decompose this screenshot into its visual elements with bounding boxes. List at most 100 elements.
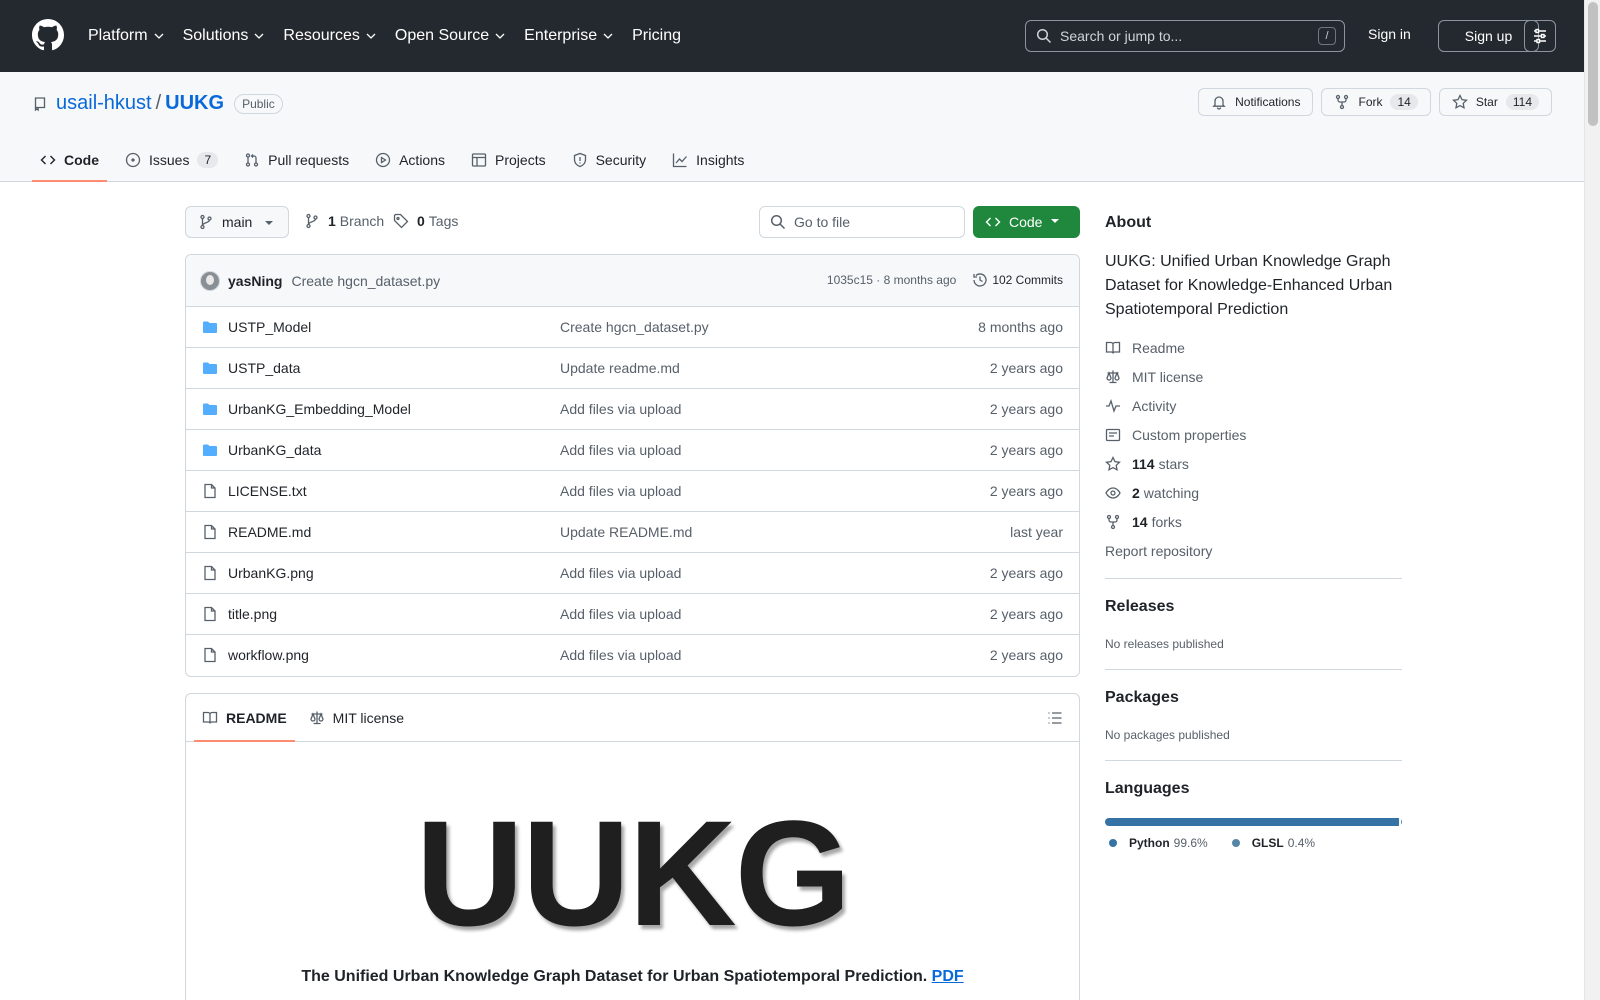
pdf-link[interactable]: PDF	[932, 968, 964, 985]
branches-link[interactable]: 1 Branch	[304, 213, 384, 229]
file-commit-message-link[interactable]: Create hgcn_dataset.py	[560, 319, 709, 335]
tab-actions[interactable]: Actions	[367, 138, 453, 182]
tab-issues[interactable]: Issues 7	[117, 138, 226, 182]
github-logo-icon[interactable]	[32, 19, 64, 51]
repo-owner-link[interactable]: usail-hkust	[56, 92, 152, 115]
releases-heading[interactable]: Releases	[1105, 598, 1174, 616]
notifications-button[interactable]: Notifications	[1198, 88, 1314, 116]
sidebar-divider	[1105, 578, 1402, 579]
file-commit-date: 2 years ago	[989, 565, 1063, 581]
table-row[interactable]: title.png Add files via upload 2 years ago	[186, 594, 1079, 635]
file-name-link[interactable]: workflow.png	[228, 647, 309, 663]
command-palette-button[interactable]	[1524, 20, 1556, 52]
nav-enterprise[interactable]: Enterprise	[524, 27, 614, 45]
file-name-link[interactable]: USTP_data	[228, 360, 300, 376]
repository-header: usail-hkust / UUKG Public Notifications …	[0, 72, 1584, 182]
go-to-file-input[interactable]: Go to file	[759, 206, 965, 238]
tab-security[interactable]: Security	[564, 138, 655, 182]
file-name-link[interactable]: title.png	[228, 606, 277, 622]
graph-icon	[673, 153, 688, 168]
nav-enterprise-label: Enterprise	[524, 27, 598, 44]
license-link[interactable]: MIT license	[1105, 369, 1203, 385]
file-commit-message-link[interactable]: Add files via upload	[560, 442, 681, 458]
table-row[interactable]: UrbanKG_data Add files via upload 2 years …	[186, 430, 1079, 471]
folder-icon	[203, 321, 217, 333]
fork-button[interactable]: Fork 14	[1321, 88, 1431, 116]
page-scrollbar[interactable]	[1584, 0, 1600, 1000]
tags-link[interactable]: 0 Tags	[393, 213, 458, 229]
packages-heading[interactable]: Packages	[1105, 689, 1179, 707]
file-commit-message-link[interactable]: Add files via upload	[560, 565, 681, 581]
tab-pull-requests[interactable]: Pull requests	[236, 138, 357, 182]
commit-hash-time[interactable]: 1035c15 · 8 months ago	[827, 273, 956, 287]
nav-open-source[interactable]: Open Source	[395, 27, 506, 45]
forks-count: 14	[1132, 514, 1148, 530]
nav-platform[interactable]: Platform	[88, 27, 165, 45]
table-row[interactable]: workflow.png Add files via upload 2 years …	[186, 635, 1079, 676]
file-type-icon	[202, 442, 218, 458]
watching-count: 2	[1132, 485, 1140, 501]
book-icon	[1105, 341, 1121, 354]
file-commit-message-link[interactable]: Update readme.md	[560, 360, 680, 376]
global-search-input[interactable]: Search or jump to... /	[1025, 20, 1345, 52]
file-commit-date: last year	[1010, 524, 1063, 540]
forks-link[interactable]: 14 forks	[1105, 514, 1182, 530]
stars-link[interactable]: 114 stars	[1105, 456, 1189, 472]
file-commit-message-link[interactable]: Add files via upload	[560, 401, 681, 417]
file-commit-message-link[interactable]: Add files via upload	[560, 647, 681, 663]
nav-open-source-label: Open Source	[394, 27, 490, 44]
table-row[interactable]: LICENSE.txt Add files via upload 2 years a…	[186, 471, 1079, 512]
caret-down-icon	[1051, 219, 1059, 223]
table-icon	[471, 153, 487, 167]
file-type-icon	[202, 401, 218, 417]
readme-link[interactable]: Readme	[1105, 340, 1185, 356]
avatar[interactable]	[200, 270, 220, 291]
nav-solutions[interactable]: Solutions	[183, 27, 266, 45]
commits-history-link[interactable]: 102 Commits	[972, 272, 1063, 288]
file-name-link[interactable]: UrbanKG.png	[228, 565, 314, 581]
table-row[interactable]: USTP_data Update readme.md 2 years ago	[186, 348, 1079, 389]
nav-pricing[interactable]: Pricing	[632, 27, 681, 45]
file-icon	[204, 606, 216, 622]
file-name-link[interactable]: LICENSE.txt	[228, 483, 307, 499]
language-item[interactable]: Python 99.6%	[1109, 836, 1208, 850]
activity-link[interactable]: Activity	[1105, 398, 1176, 414]
code-dropdown-button[interactable]: Code	[973, 206, 1080, 238]
book-icon	[202, 711, 218, 724]
branch-selector-button[interactable]: main	[185, 206, 289, 238]
file-name-link[interactable]: UrbanKG_data	[228, 442, 321, 458]
watchers-link[interactable]: 2 watching	[1105, 485, 1199, 501]
language-item[interactable]: GLSL 0.4%	[1231, 836, 1315, 850]
file-name-link[interactable]: README.md	[228, 524, 311, 540]
table-row[interactable]: UrbanKG.png Add files via upload 2 years a…	[186, 553, 1079, 594]
nav-resources[interactable]: Resources	[283, 27, 376, 45]
star-button[interactable]: Star 114	[1438, 88, 1552, 116]
table-row[interactable]: USTP_Model Create hgcn_dataset.py 8 months…	[186, 307, 1079, 348]
file-name-link[interactable]: USTP_Model	[228, 319, 311, 335]
tab-license[interactable]: MIT license	[301, 694, 412, 742]
tab-license-label: MIT license	[332, 709, 404, 726]
tab-readme[interactable]: README	[194, 694, 295, 742]
forks-label: forks	[1151, 514, 1182, 530]
list-outline-icon[interactable]	[1047, 710, 1063, 726]
commit-message-link[interactable]: Create hgcn_dataset.py	[291, 273, 440, 289]
file-commit-message-link[interactable]: Add files via upload	[560, 606, 681, 622]
readme-subtitle: The Unified Urban Knowledge Graph Datase…	[186, 968, 1079, 986]
commit-author-link[interactable]: yasNing	[228, 273, 282, 289]
sign-in-link[interactable]: Sign in	[1368, 26, 1411, 42]
file-name-link[interactable]: UrbanKG_Embedding_Model	[228, 401, 411, 417]
scrollbar-thumb[interactable]	[1588, 2, 1598, 126]
chevron-down-icon	[495, 33, 505, 39]
language-dot-icon	[1109, 839, 1117, 847]
repo-name-link[interactable]: UUKG	[165, 92, 224, 115]
report-repository-link[interactable]: Report repository	[1105, 543, 1212, 559]
file-commit-message-link[interactable]: Update README.md	[560, 524, 692, 540]
file-commit-message-link[interactable]: Add files via upload	[560, 483, 681, 499]
tab-insights[interactable]: Insights	[664, 138, 752, 182]
custom-properties-link[interactable]: Custom properties	[1105, 427, 1246, 443]
table-row[interactable]: README.md Update README.md last year	[186, 512, 1079, 553]
table-row[interactable]: UrbanKG_Embedding_Model Add files via upl…	[186, 389, 1079, 430]
tab-code[interactable]: Code	[32, 138, 107, 182]
fork-icon	[1106, 514, 1120, 530]
tab-projects[interactable]: Projects	[463, 138, 554, 182]
